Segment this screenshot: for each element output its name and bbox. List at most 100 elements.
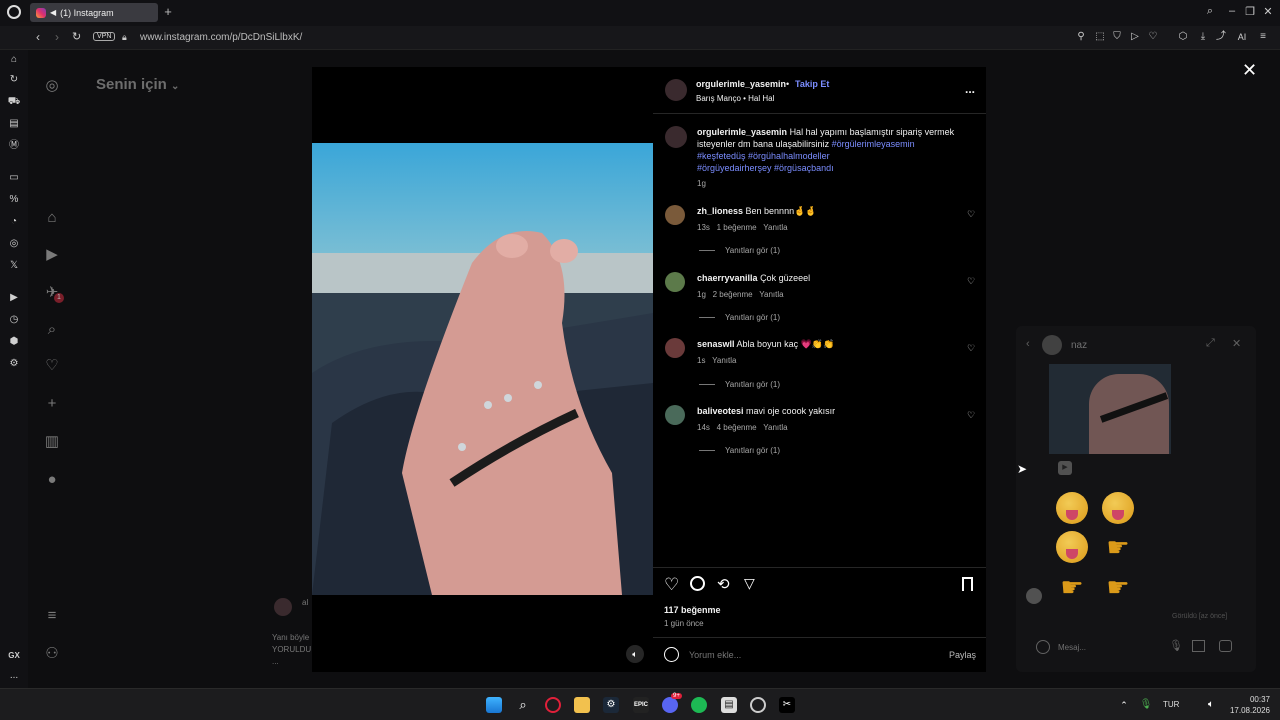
download-icon[interactable]: ⤓: [1197, 31, 1209, 43]
aria-ai-button[interactable]: AI: [1232, 31, 1252, 43]
play-icon[interactable]: ▷: [1129, 31, 1141, 43]
emoji-picker-icon[interactable]: [664, 647, 679, 662]
like-comment-icon[interactable]: ♡: [967, 410, 975, 421]
volume-icon[interactable]: 🔈︎: [1203, 697, 1219, 713]
messenger-m-icon[interactable]: Ⓜ: [6, 138, 22, 154]
gx-corner-icon[interactable]: ⌂: [6, 52, 22, 68]
share-icon[interactable]: ▽: [744, 575, 755, 592]
chat-avatar[interactable]: [1042, 335, 1062, 355]
news-icon[interactable]: ▤: [6, 116, 22, 132]
cube-icon[interactable]: ⬢: [6, 334, 22, 350]
vpn-badge[interactable]: VPN: [93, 32, 116, 41]
browser-tab-instagram[interactable]: ◀ (1) Instagram: [30, 3, 158, 22]
reply-link[interactable]: Yanıtla: [759, 290, 783, 299]
mute-icon[interactable]: 🔈︎: [626, 645, 644, 663]
restore-icon[interactable]: ❐: [1242, 5, 1258, 18]
chat-emoji-icon[interactable]: [1036, 640, 1050, 654]
create-plus-icon[interactable]: +: [42, 394, 62, 414]
heart-icon[interactable]: ♡: [1147, 31, 1159, 43]
view-replies-link[interactable]: Yanıtları gör (1): [699, 380, 780, 389]
image-icon[interactable]: [1192, 640, 1205, 652]
view-replies-link[interactable]: Yanıtları gör (1): [699, 446, 780, 455]
comment-likes[interactable]: 4 beğenme: [717, 423, 757, 432]
search-tabs-icon[interactable]: ⌕: [1202, 5, 1218, 18]
gx-label[interactable]: GX: [6, 648, 22, 664]
microphone-tray-icon[interactable]: 🎙︎: [1138, 697, 1154, 713]
post-comment-button[interactable]: Paylaş: [949, 650, 976, 660]
app-icon[interactable]: ▤: [721, 697, 737, 713]
repost-icon[interactable]: ⟲: [717, 575, 730, 593]
like-icon[interactable]: ♡: [664, 575, 679, 595]
microphone-icon[interactable]: 🎙︎: [1169, 639, 1183, 652]
close-window-icon[interactable]: ✕: [1260, 5, 1276, 18]
language-indicator[interactable]: TUR: [1163, 700, 1179, 709]
home-icon[interactable]: ⌂: [42, 208, 62, 228]
close-modal-icon[interactable]: ✕: [1242, 60, 1257, 81]
tray-chevron-icon[interactable]: ⌃: [1116, 697, 1132, 713]
chat-close-icon[interactable]: ✕: [1232, 337, 1241, 350]
reply-link[interactable]: Yanıtla: [763, 223, 787, 232]
opera-gx-icon[interactable]: [545, 697, 561, 713]
more-menu-icon[interactable]: ≡: [42, 606, 62, 626]
like-comment-icon[interactable]: ♡: [967, 209, 975, 220]
shield-icon[interactable]: ⛉: [1111, 31, 1123, 43]
post-photo[interactable]: [312, 143, 653, 595]
hashtag-link[interactable]: #keşfetedüş #örgühalhalmodeller: [697, 150, 972, 162]
url-field[interactable]: www.instagram.com/p/DcDnSiLlbxK/: [140, 32, 302, 43]
sidebar-more-icon[interactable]: ...: [6, 668, 22, 684]
comment-icon[interactable]: [690, 576, 705, 591]
view-replies-link[interactable]: Yanıtları gör (1): [699, 313, 780, 322]
hashtag-link[interactable]: #örgülerimleyasemin: [832, 139, 915, 149]
expand-icon[interactable]: ⤢: [1206, 337, 1215, 350]
percent-icon[interactable]: %: [6, 192, 22, 208]
search-icon[interactable]: ⌕: [42, 320, 62, 340]
spotify-icon[interactable]: [691, 697, 707, 713]
capcut-icon[interactable]: ✂: [779, 697, 795, 713]
reels-icon[interactable]: ▶: [42, 245, 62, 265]
speaker-icon[interactable]: ◀: [50, 8, 56, 17]
comment-avatar[interactable]: [665, 205, 685, 225]
steam-icon[interactable]: ⚙: [603, 697, 619, 713]
player-icon[interactable]: ⛟: [6, 94, 22, 110]
video-player-icon[interactable]: ▶: [6, 290, 22, 306]
discord-icon[interactable]: [662, 697, 678, 713]
instagram-logo-icon[interactable]: ◎: [42, 76, 62, 96]
view-replies-link[interactable]: Yanıtları gör (1): [699, 246, 780, 255]
new-tab-button[interactable]: +: [161, 5, 175, 19]
chat-name[interactable]: naz: [1071, 340, 1087, 351]
snapshot-icon[interactable]: ⬚: [1094, 31, 1106, 43]
settings-gear-icon[interactable]: ⚙: [6, 356, 22, 372]
twitch-icon[interactable]: ▭: [6, 170, 22, 186]
likes-count[interactable]: 117 beğenme: [664, 605, 721, 615]
pin-icon[interactable]: ⚲: [1075, 31, 1087, 43]
reply-link[interactable]: Yanıtla: [712, 356, 736, 365]
minimize-icon[interactable]: –: [1224, 5, 1240, 17]
forward-icon[interactable]: ›: [55, 30, 59, 44]
opera-logo-icon[interactable]: [7, 5, 21, 19]
file-explorer-icon[interactable]: [574, 697, 590, 713]
message-input[interactable]: [1058, 641, 1158, 654]
chat-back-icon[interactable]: ‹: [1026, 338, 1030, 350]
follow-button[interactable]: Takip Et: [795, 79, 829, 89]
instagram-icon[interactable]: ◎: [6, 236, 22, 252]
reel-icon[interactable]: ▶: [1058, 461, 1072, 475]
back-icon[interactable]: ‹: [36, 30, 40, 44]
search-icon[interactable]: ⌕: [515, 697, 531, 713]
comment-avatar[interactable]: [665, 272, 685, 292]
history-icon[interactable]: ↻: [6, 72, 22, 88]
feed-selector[interactable]: Senin için ⌄: [96, 76, 179, 93]
hashtag-link[interactable]: #örgüyedairherşey #örgüsaçbandı: [697, 162, 972, 174]
chrome-icon[interactable]: [750, 697, 766, 713]
share-icon[interactable]: ⤴: [1215, 31, 1227, 43]
profile-avatar[interactable]: ●: [42, 470, 62, 490]
reply-link[interactable]: Yanıtla: [763, 423, 787, 432]
comment-likes[interactable]: 1 beğenme: [717, 223, 757, 232]
menu-icon[interactable]: ≡: [1257, 31, 1269, 43]
extensions-icon[interactable]: ⬡: [1177, 31, 1189, 43]
reload-icon[interactable]: ↻: [72, 30, 81, 43]
lock-icon[interactable]: 🔒︎: [122, 32, 127, 43]
dashboard-icon[interactable]: ▥: [42, 432, 62, 452]
whatsapp-icon[interactable]: ◔: [6, 214, 22, 230]
heart-notifications-icon[interactable]: ♡: [42, 356, 62, 376]
author-avatar[interactable]: [665, 79, 687, 101]
